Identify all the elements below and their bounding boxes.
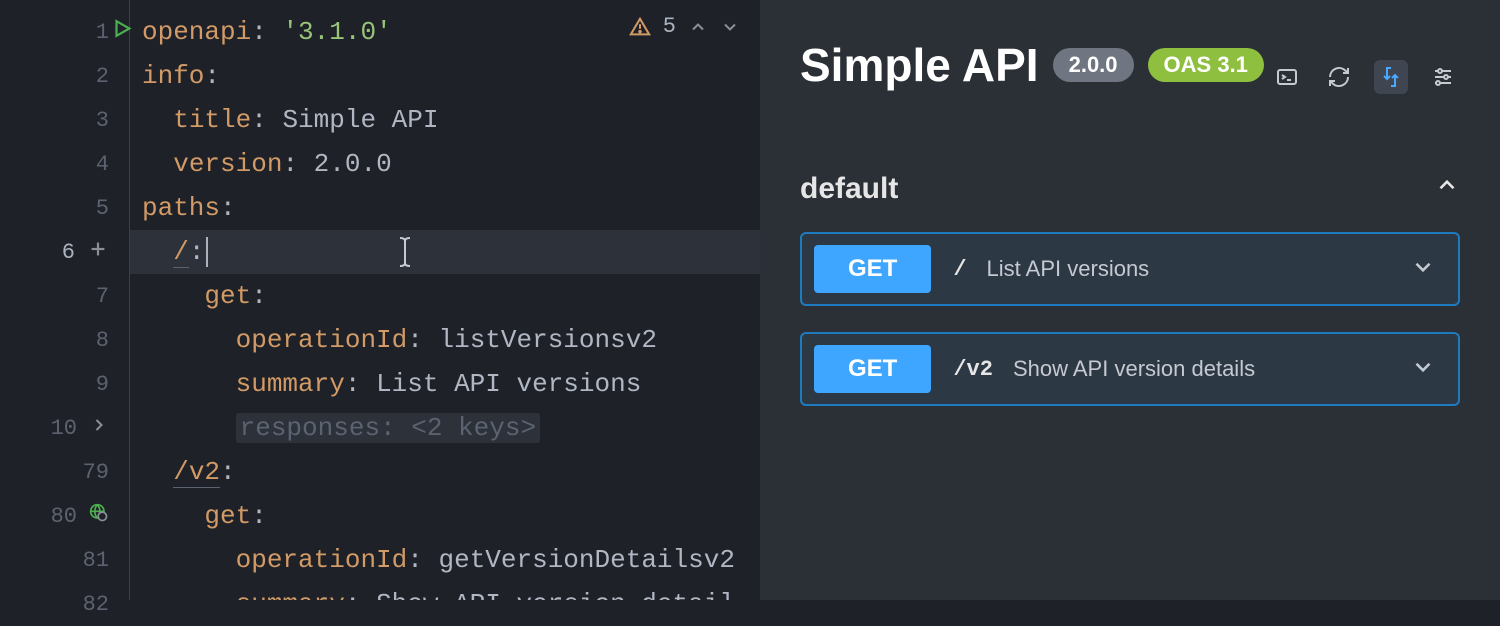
console-icon[interactable] [1270, 60, 1304, 94]
code-line[interactable]: info: [130, 54, 760, 98]
sync-scroll-icon[interactable] [1374, 60, 1408, 94]
gutter-line: 2 [0, 54, 129, 98]
endpoint-summary: List API versions [987, 256, 1150, 282]
line-number: 7 [79, 284, 109, 309]
code-line[interactable]: operationId: getVersionDetailsv2 [130, 538, 760, 582]
endpoint-summary: Show API version details [1013, 356, 1255, 382]
endpoint-gutter-icon[interactable] [89, 503, 109, 530]
settings-sliders-icon[interactable] [1426, 60, 1460, 94]
code-line[interactable]: responses: <2 keys> [130, 406, 760, 450]
line-number: 82 [79, 592, 109, 617]
line-number: 8 [79, 328, 109, 353]
gutter-line: 82 [0, 582, 129, 626]
http-method-badge: GET [814, 245, 931, 293]
refresh-icon[interactable] [1322, 60, 1356, 94]
gutter-line: 4 [0, 142, 129, 186]
add-line-icon[interactable] [87, 238, 109, 267]
warning-icon [629, 16, 651, 38]
code-line[interactable]: get: [130, 494, 760, 538]
gutter-line: 8 [0, 318, 129, 362]
line-number: 5 [79, 196, 109, 221]
code-line[interactable]: summary: List API versions [130, 362, 760, 406]
code-area[interactable]: openapi: '3.1.0'info: title: Simple API … [130, 0, 760, 600]
line-number: 6 [45, 240, 75, 265]
fold-chevron-icon[interactable] [89, 415, 109, 442]
line-number: 4 [79, 152, 109, 177]
gutter-line: 10 [0, 406, 129, 450]
editor-pane: 1234567891079808182 openapi: '3.1.0'info… [0, 0, 760, 600]
gutter-line: 7 [0, 274, 129, 318]
line-number: 10 [47, 416, 77, 441]
gutter-line: 6 [0, 230, 129, 274]
chevron-down-icon [1410, 354, 1436, 385]
problems-count: 5 [663, 14, 676, 39]
gutter-line: 79 [0, 450, 129, 494]
code-line[interactable]: summary: Show API version detail [130, 582, 760, 600]
preview-pane: Simple API 2.0.0 OAS 3.1 default GET / Lis… [760, 0, 1500, 600]
endpoint-row[interactable]: GET / List API versions [800, 232, 1460, 306]
endpoint-row[interactable]: GET/v2 Show API version details [800, 332, 1460, 406]
code-line[interactable]: /: [130, 230, 760, 274]
code-line[interactable]: title: Simple API [130, 98, 760, 142]
api-title: Simple API [800, 38, 1039, 92]
http-method-badge: GET [814, 345, 931, 393]
line-number: 81 [79, 548, 109, 573]
code-line[interactable]: version: 2.0.0 [130, 142, 760, 186]
line-number: 9 [79, 372, 109, 397]
code-line[interactable]: get: [130, 274, 760, 318]
section-label: default [800, 172, 898, 206]
line-number: 1 [79, 20, 109, 45]
code-line[interactable]: paths: [130, 186, 760, 230]
code-line[interactable]: /v2: [130, 450, 760, 494]
gutter-line: 81 [0, 538, 129, 582]
endpoint-path: /v2 [953, 357, 993, 382]
section-header-default[interactable]: default [800, 172, 1460, 206]
preview-toolbar [1270, 60, 1460, 94]
prev-problem-icon[interactable] [688, 17, 708, 37]
line-number: 2 [79, 64, 109, 89]
text-caret [206, 237, 208, 267]
gutter-line: 1 [0, 10, 129, 54]
problems-widget[interactable]: 5 [629, 14, 740, 39]
gutter-line: 9 [0, 362, 129, 406]
chevron-up-icon [1434, 172, 1460, 206]
version-badge: 2.0.0 [1053, 48, 1134, 82]
mouse-text-cursor-icon [395, 235, 415, 279]
next-problem-icon[interactable] [720, 17, 740, 37]
line-number: 79 [79, 460, 109, 485]
code-line[interactable]: operationId: listVersionsv2 [130, 318, 760, 362]
line-number: 80 [47, 504, 77, 529]
gutter-line: 3 [0, 98, 129, 142]
gutter: 1234567891079808182 [0, 0, 130, 600]
line-number: 3 [79, 108, 109, 133]
gutter-line: 5 [0, 186, 129, 230]
endpoint-path: / [953, 257, 966, 282]
chevron-down-icon [1410, 254, 1436, 285]
oas-badge: OAS 3.1 [1148, 48, 1264, 82]
gutter-line: 80 [0, 494, 129, 538]
